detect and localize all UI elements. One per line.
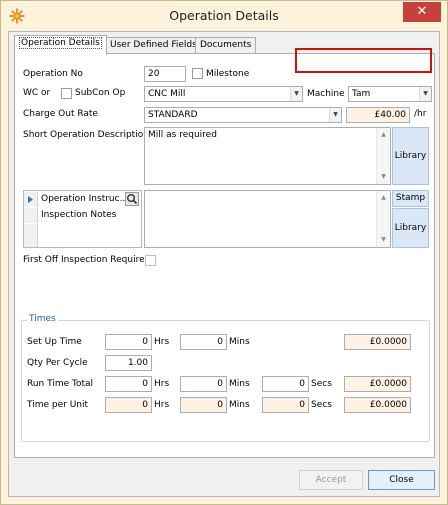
run-mins-input[interactable]: 0: [180, 376, 227, 392]
rate-value-field: £40.00: [346, 107, 410, 123]
tab-operation-details[interactable]: Operation Details: [14, 35, 107, 55]
notes-grid-item-label: Operation Instruc...: [41, 194, 129, 204]
times-group-title: Times: [27, 314, 58, 324]
charge-out-rate-value: STANDARD: [148, 110, 198, 120]
dialog-client: Operation Details User Defined Fields Do…: [8, 31, 440, 497]
run-time-total-label: Run Time Total: [27, 379, 94, 389]
machine-highlight-box: [295, 48, 432, 73]
list-item[interactable]: Inspection Notes: [24, 208, 129, 223]
machine-select[interactable]: Tam ▼: [348, 86, 432, 102]
hrs-unit-label: Hrs: [154, 379, 170, 389]
scroll-down-icon[interactable]: ▼: [377, 234, 390, 246]
hrs-unit-label: Hrs: [154, 337, 170, 347]
secs-unit-label: Secs: [311, 379, 332, 389]
machine-value: Tam: [352, 89, 371, 99]
first-off-inspection-label: First Off Inspection Required: [23, 255, 151, 265]
stamp-button[interactable]: Stamp: [392, 190, 429, 207]
play-arrow-icon: [28, 196, 33, 203]
setup-time-label: Set Up Time: [27, 337, 82, 347]
unit-mins-field: 0: [180, 397, 227, 413]
rate-unit-label: /hr: [414, 109, 427, 119]
short-description-textarea[interactable]: Mill as required ▲ ▼: [144, 127, 391, 185]
charge-out-rate-select[interactable]: STANDARD ▼: [144, 107, 342, 123]
setup-mins-input[interactable]: 0: [180, 334, 227, 350]
scroll-down-icon[interactable]: ▼: [377, 171, 390, 183]
milestone-label: Milestone: [206, 69, 250, 79]
setup-cost-field: £0.0000: [344, 334, 411, 350]
qty-per-cycle-input[interactable]: 1.00: [105, 355, 152, 371]
work-centre-select[interactable]: CNC Mill ▼: [144, 86, 303, 102]
machine-label: Machine: [307, 89, 345, 99]
subcon-op-label: SubCon Op: [75, 88, 126, 98]
chevron-down-icon[interactable]: ▼: [329, 108, 341, 122]
title-bar[interactable]: Operation Details ✕: [1, 1, 447, 31]
subcon-op-checkbox[interactable]: [61, 88, 72, 99]
scroll-up-icon[interactable]: ▲: [377, 129, 390, 141]
window-title: Operation Details: [169, 8, 279, 23]
accept-button[interactable]: Accept: [299, 470, 363, 490]
row-selector: [24, 224, 38, 247]
library-notes-button[interactable]: Library: [392, 208, 429, 248]
notes-textarea[interactable]: ▲ ▼: [144, 190, 391, 248]
close-icon: ✕: [416, 4, 428, 19]
times-group: Times Set Up Time 0 Hrs 0 Mins £0.0000 Q…: [21, 314, 430, 442]
unit-secs-field: 0: [262, 397, 309, 413]
row-selector: [24, 192, 38, 207]
work-centre-value: CNC Mill: [148, 89, 186, 99]
qty-per-cycle-label: Qty Per Cycle: [27, 358, 88, 368]
milestone-checkbox[interactable]: [192, 68, 203, 79]
charge-out-rate-label: Charge Out Rate: [23, 109, 98, 119]
notes-grid-item-label: Inspection Notes: [41, 210, 117, 220]
mins-unit-label: Mins: [229, 379, 250, 389]
mins-unit-label: Mins: [229, 400, 250, 410]
close-window-button[interactable]: ✕: [403, 2, 441, 22]
tab-user-defined-fields[interactable]: User Defined Fields: [105, 37, 202, 54]
scrollbar[interactable]: ▲ ▼: [376, 191, 390, 247]
list-item[interactable]: Operation Instruc...: [24, 192, 139, 207]
scroll-up-icon[interactable]: ▲: [377, 192, 390, 204]
magnifier-icon[interactable]: [125, 192, 139, 206]
operation-no-input[interactable]: 20: [144, 66, 186, 82]
operation-details-window: Operation Details ✕ Operation Details Us…: [0, 0, 448, 505]
secs-unit-label: Secs: [311, 400, 332, 410]
run-secs-input[interactable]: 0: [262, 376, 309, 392]
setup-hrs-input[interactable]: 0: [105, 334, 152, 350]
wc-or-label: WC or: [23, 88, 51, 98]
short-description-text: Mill as required: [148, 130, 217, 140]
chevron-down-icon[interactable]: ▼: [419, 87, 431, 101]
tab-documents[interactable]: Documents: [195, 37, 257, 54]
run-hrs-input[interactable]: 0: [105, 376, 152, 392]
mins-unit-label: Mins: [229, 337, 250, 347]
chevron-down-icon[interactable]: ▼: [290, 87, 302, 101]
library-button[interactable]: Library: [392, 127, 429, 185]
scrollbar[interactable]: ▲ ▼: [376, 128, 390, 184]
short-description-label: Short Operation Description: [23, 130, 149, 140]
row-selector: [24, 208, 38, 223]
run-cost-field: £0.0000: [344, 376, 411, 392]
notes-grid: Operation Instruc... Inspection Notes: [23, 190, 142, 248]
time-per-unit-label: Time per Unit: [27, 400, 89, 410]
operation-no-label: Operation No: [23, 69, 83, 79]
unit-hrs-field: 0: [105, 397, 152, 413]
first-off-inspection-checkbox[interactable]: [145, 255, 156, 266]
close-button[interactable]: Close: [368, 470, 435, 490]
hrs-unit-label: Hrs: [154, 400, 170, 410]
unit-cost-field: £0.0000: [344, 397, 411, 413]
tab-panel: Operation No 20 Milestone WC or SubCon O…: [14, 53, 435, 458]
